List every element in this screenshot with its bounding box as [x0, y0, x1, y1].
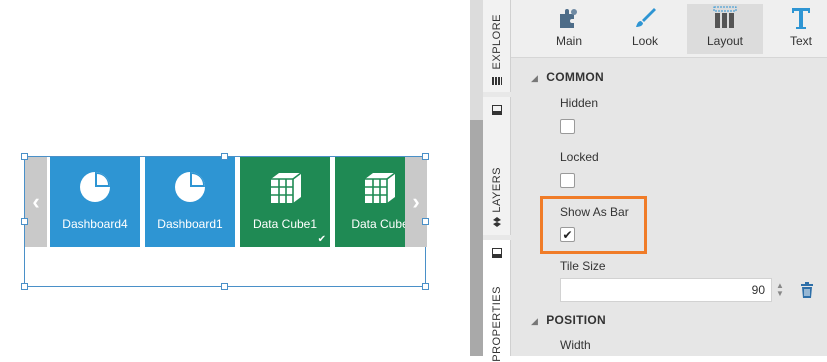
text-icon	[792, 8, 810, 29]
resize-handle-top-right[interactable]	[422, 153, 429, 160]
tile-label: Data Cube1	[252, 217, 318, 231]
properties-panel: Main Look Layout Text ◢ COMMON Hidden Lo…	[511, 0, 827, 356]
section-title: COMMON	[546, 70, 605, 84]
locked-checkbox[interactable]	[560, 173, 575, 188]
properties-toolbar: Main Look Layout Text	[511, 0, 827, 58]
resize-handle-left[interactable]	[21, 218, 28, 225]
tile-data-cube1[interactable]: Data Cube1 ✔	[240, 157, 330, 247]
tile-dashboard1[interactable]: Dashboard1	[145, 157, 235, 247]
tab-explore[interactable]: EXPLORE	[483, 0, 511, 92]
section-position[interactable]: ◢ POSITION	[531, 313, 606, 327]
data-cube-icon	[365, 172, 396, 203]
tile-label: Dashboard1	[157, 217, 223, 231]
pie-chart-icon	[80, 172, 110, 202]
highlight-box	[540, 196, 647, 254]
section-common[interactable]: ◢ COMMON	[531, 70, 604, 84]
tile-label: Data Cube	[351, 217, 405, 231]
layers-icon	[493, 217, 501, 227]
width-label: Width	[560, 338, 591, 352]
resize-handle-bottom-right[interactable]	[422, 283, 429, 290]
section-title: POSITION	[546, 313, 606, 327]
toolbar-layout-button[interactable]: Layout	[687, 4, 763, 54]
pie-chart-icon	[175, 172, 205, 202]
toolbar-label: Text	[789, 34, 812, 48]
hidden-label: Hidden	[560, 96, 599, 110]
resize-handle-bottom-left[interactable]	[21, 283, 28, 290]
scroll-right-arrow[interactable]: ›	[405, 157, 427, 247]
trash-icon[interactable]	[799, 281, 815, 299]
tile-dashboard4[interactable]: Dashboard4	[50, 157, 140, 247]
puzzle-icon	[560, 9, 577, 28]
resize-handle-bottom[interactable]	[221, 283, 228, 290]
scrollbar-thumb[interactable]	[470, 120, 483, 356]
tab-label: PROPERTIES	[491, 286, 503, 362]
collapse-triangle-icon: ◢	[531, 73, 539, 83]
tile-data-cube[interactable]: Data Cube	[335, 157, 405, 247]
design-canvas[interactable]: ‹ Dashboard4 Dashboard1 Data Cube1 ✔ Dat…	[0, 0, 470, 356]
toolbar-look-button[interactable]: Look	[607, 4, 683, 54]
toolbar-label: Main	[555, 34, 582, 48]
tab-label: LAYERS	[491, 167, 503, 213]
data-cube-icon	[271, 172, 302, 203]
tile-strip: ‹ Dashboard4 Dashboard1 Data Cube1 ✔ Dat…	[25, 157, 427, 247]
tab-properties[interactable]: PROPERTIES	[483, 240, 511, 362]
locked-label: Locked	[560, 150, 599, 164]
resize-handle-top[interactable]	[221, 153, 228, 160]
tile-size-spinner[interactable]: ▲ ▼	[774, 282, 786, 298]
tile-size-input[interactable]: 90	[560, 278, 772, 302]
collapse-triangle-icon: ◢	[531, 316, 539, 326]
hidden-checkbox[interactable]	[560, 119, 575, 134]
tile-size-label: Tile Size	[560, 259, 606, 273]
layout-columns-icon	[713, 6, 737, 28]
resize-handle-top-left[interactable]	[21, 153, 28, 160]
resize-handle-right[interactable]	[422, 218, 429, 225]
tab-layers[interactable]: LAYERS	[483, 97, 511, 235]
toolbar-text-button[interactable]: Text	[763, 4, 827, 54]
selected-check-icon: ✔	[317, 234, 326, 245]
tile-bar-widget[interactable]: ‹ Dashboard4 Dashboard1 Data Cube1 ✔ Dat…	[21, 153, 429, 290]
canvas-scrollbar[interactable]	[470, 0, 483, 356]
side-tabs: EXPLORE LAYERS PROPERTIES	[483, 0, 511, 362]
toolbar-label: Look	[631, 34, 659, 48]
brush-icon	[636, 8, 656, 27]
tab-label: EXPLORE	[491, 14, 503, 70]
tile-label: Dashboard4	[62, 217, 128, 231]
toolbar-label: Layout	[706, 34, 744, 48]
toolbar-main-button[interactable]: Main	[531, 4, 607, 54]
panel-icon	[492, 248, 502, 258]
columns-icon	[492, 77, 502, 85]
panel-icon	[492, 105, 502, 115]
scroll-left-arrow[interactable]: ‹	[25, 157, 47, 247]
